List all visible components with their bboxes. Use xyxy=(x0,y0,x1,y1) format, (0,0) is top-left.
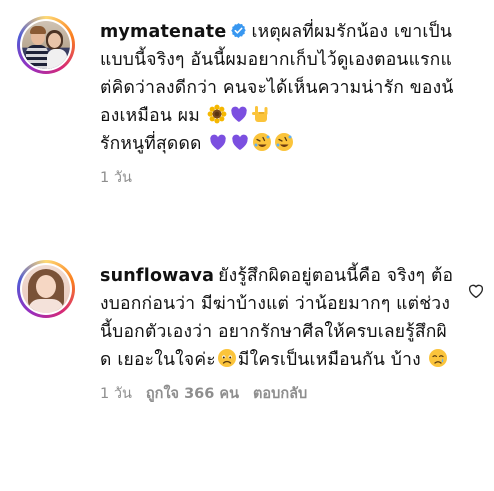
comment-meta: 1 วัน xyxy=(100,166,460,189)
verified-badge-icon xyxy=(231,23,247,38)
frowning-emoji-icon xyxy=(217,349,236,367)
reply-button[interactable]: ตอบกลับ xyxy=(253,382,307,405)
comment-meta: 1 วัน ถูกใจ 366 คน ตอบกลับ xyxy=(100,382,456,405)
crying-emoji-icon xyxy=(428,349,447,367)
comment-time[interactable]: 1 วัน xyxy=(100,382,132,405)
comment-text-tail: มีใครเป็นเหมือนกัน บ้าง xyxy=(237,350,421,370)
comment-time[interactable]: 1 วัน xyxy=(100,166,132,189)
rolling-laughing-icon xyxy=(275,133,294,151)
purple-heart-icon xyxy=(210,134,227,150)
avatar-photo xyxy=(22,265,70,313)
rolling-laughing-icon xyxy=(253,133,272,151)
purple-heart-icon xyxy=(232,134,249,150)
like-heart-icon[interactable] xyxy=(467,282,485,300)
comment-text-line2: รักหนูที่สุดดด xyxy=(100,134,202,154)
love-you-gesture-icon xyxy=(251,106,268,122)
avatar[interactable] xyxy=(17,260,75,318)
sunflower-emoji-icon xyxy=(207,104,227,124)
likes-count[interactable]: ถูกใจ 366 คน xyxy=(146,382,239,405)
username[interactable]: sunflowava xyxy=(100,266,214,286)
purple-heart-icon xyxy=(230,106,247,122)
avatar[interactable] xyxy=(17,16,75,74)
username[interactable]: mymatenate xyxy=(100,22,226,42)
avatar-photo xyxy=(22,21,70,69)
